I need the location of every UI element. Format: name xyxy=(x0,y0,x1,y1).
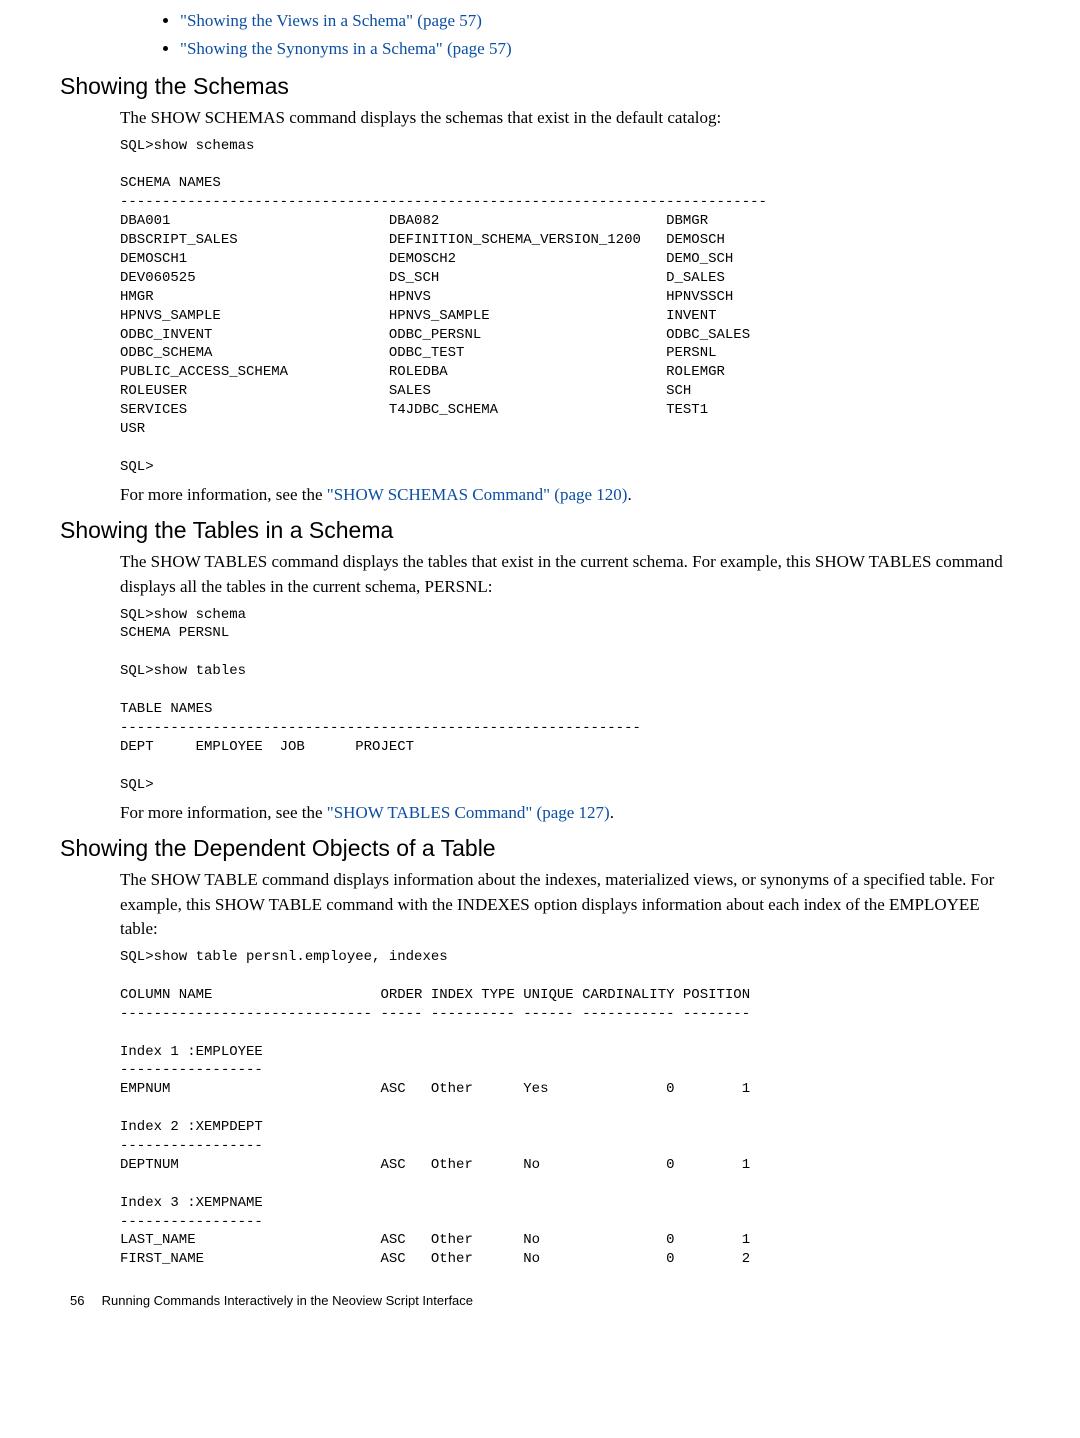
para-tables-intro: The SHOW TABLES command displays the tab… xyxy=(120,550,1020,599)
para-tables-moreinfo: For more information, see the "SHOW TABL… xyxy=(120,801,1020,826)
toc-bullet-item: "Showing the Views in a Schema" (page 57… xyxy=(180,8,1020,34)
code-show-tables: SQL>show schema SCHEMA PERSNL SQL>show t… xyxy=(120,606,1020,795)
toc-link-views[interactable]: "Showing the Views in a Schema" (page 57… xyxy=(180,11,482,30)
link-show-schemas-cmd[interactable]: "SHOW SCHEMAS Command" (page 120) xyxy=(327,485,628,504)
para-schemas-moreinfo: For more information, see the "SHOW SCHE… xyxy=(120,483,1020,508)
toc-link-synonyms[interactable]: "Showing the Synonyms in a Schema" (page… xyxy=(180,39,512,58)
heading-showing-tables: Showing the Tables in a Schema xyxy=(60,517,1020,544)
heading-dependent-objects: Showing the Dependent Objects of a Table xyxy=(60,835,1020,862)
link-show-tables-cmd[interactable]: "SHOW TABLES Command" (page 127) xyxy=(327,803,610,822)
page-number: 56 xyxy=(70,1293,98,1308)
toc-bullet-item: "Showing the Synonyms in a Schema" (page… xyxy=(180,36,1020,62)
toc-bullets: "Showing the Views in a Schema" (page 57… xyxy=(60,8,1020,61)
footer-chapter-title: Running Commands Interactively in the Ne… xyxy=(102,1293,473,1308)
page-footer: 56 Running Commands Interactively in the… xyxy=(60,1293,1020,1308)
code-show-table-indexes: SQL>show table persnl.employee, indexes … xyxy=(120,948,1020,1269)
code-show-schemas: SQL>show schemas SCHEMA NAMES ----------… xyxy=(120,137,1020,477)
moreinfo-suffix: . xyxy=(627,485,631,504)
para-dependent-intro: The SHOW TABLE command displays informat… xyxy=(120,868,1020,942)
heading-showing-schemas: Showing the Schemas xyxy=(60,73,1020,100)
moreinfo-prefix: For more information, see the xyxy=(120,485,327,504)
moreinfo-prefix: For more information, see the xyxy=(120,803,327,822)
para-schemas-intro: The SHOW SCHEMAS command displays the sc… xyxy=(120,106,1020,131)
moreinfo-suffix: . xyxy=(610,803,614,822)
